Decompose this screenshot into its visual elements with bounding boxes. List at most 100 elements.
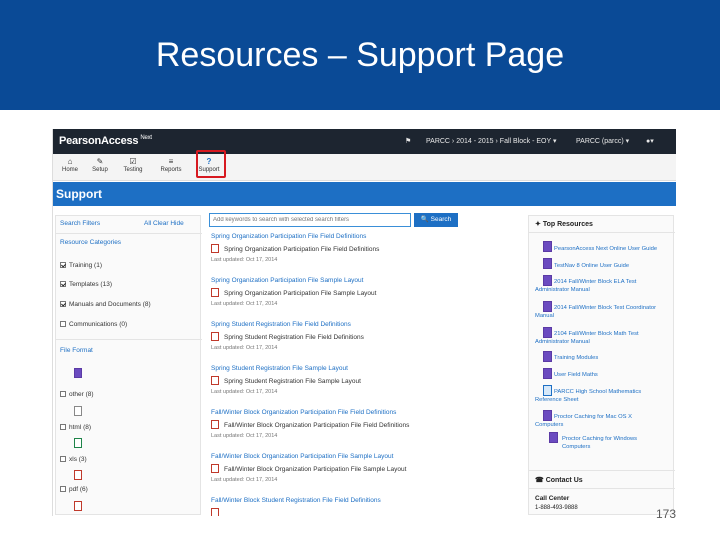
- result-link[interactable]: Fall/Winter Block Organization Participa…: [211, 453, 393, 460]
- search-button[interactable]: 🔍 Search: [414, 213, 458, 227]
- doc-icon: [543, 368, 552, 379]
- result-link[interactable]: Spring Organization Participation File S…: [211, 277, 363, 284]
- top-resources-panel: ✦ Top Resources PearsonAccess Next Onlin…: [528, 215, 675, 515]
- top-bar: PearsonAccess Next ⚑ PARCC › 2014 - 2015 …: [53, 129, 676, 154]
- call-center-label: Call Center: [535, 495, 570, 502]
- result-link[interactable]: Spring Organization Participation File F…: [211, 233, 366, 240]
- nav-testing[interactable]: ☑ Testing: [116, 156, 150, 173]
- result-date: Last updated: Oct 17, 2014: [211, 345, 278, 351]
- nav-setup[interactable]: ✎ Setup: [83, 156, 117, 173]
- divider: [56, 233, 202, 234]
- search-filters-title: Search Filters: [60, 220, 101, 227]
- contact-us-title: ☎ Contact Us: [535, 477, 583, 484]
- resource-link[interactable]: Proctor Caching for Mac OS X Computers: [535, 414, 653, 429]
- org-selector[interactable]: PARCC (parcc) ▾: [576, 137, 629, 145]
- pdf-icon: [211, 244, 219, 253]
- top-resources-title: ✦ Top Resources: [535, 221, 593, 228]
- slide-title: Resources – Support Page: [155, 36, 565, 74]
- resource-link[interactable]: 2014 Fall/Winter Block Test Coordinator …: [535, 305, 657, 320]
- brand-logo[interactable]: PearsonAccess Next: [59, 135, 152, 147]
- resource-link[interactable]: User Field Maths: [554, 372, 672, 380]
- result-file[interactable]: Spring Student Registration File Sample …: [211, 376, 361, 385]
- call-center-phone: 1-888-493-9888: [535, 505, 578, 511]
- divider: [529, 232, 675, 233]
- checkbox[interactable]: [60, 456, 66, 462]
- checkbox[interactable]: [60, 424, 66, 430]
- resource-link[interactable]: Proctor Caching for Windows Computers: [562, 436, 662, 451]
- file-format-title: File Format: [60, 347, 93, 354]
- result-link[interactable]: Fall/Winter Block Organization Participa…: [211, 409, 396, 416]
- list-icon: ≡: [168, 157, 174, 166]
- category-templates[interactable]: Templates (13): [60, 281, 112, 288]
- checkbox[interactable]: [60, 486, 66, 492]
- result-file[interactable]: Spring Organization Participation File F…: [211, 244, 379, 253]
- format-pdf[interactable]: pdf (6): [60, 486, 88, 493]
- resource-link[interactable]: 2104 Fall/Winter Block Math Test Adminis…: [535, 331, 653, 346]
- result-date: Last updated: Oct 17, 2014: [211, 389, 278, 395]
- search-input[interactable]: [209, 213, 411, 227]
- support-highlight-box: [196, 150, 226, 178]
- html-file-icon: [74, 406, 82, 416]
- result-link[interactable]: Fall/Winter Block Student Registration F…: [211, 497, 381, 504]
- result-date: Last updated: Oct 17, 2014: [211, 433, 278, 439]
- nav-reports[interactable]: ≡ Reports: [154, 156, 188, 173]
- flag-icon[interactable]: ⚑: [405, 137, 411, 145]
- divider: [529, 470, 675, 471]
- screenshot: PearsonAccess Next ⚑ PARCC › 2014 - 2015 …: [52, 129, 676, 516]
- resource-link[interactable]: 2014 Fall/Winter Block ELA Test Administ…: [535, 279, 653, 294]
- pdf-icon: [211, 508, 219, 516]
- result-file[interactable]: Fall/Winter Block Organization Participa…: [211, 464, 406, 473]
- result-file[interactable]: Fall/Winter Block Organization Participa…: [211, 420, 409, 429]
- result-file[interactable]: Spring Organization Participation File S…: [211, 288, 376, 297]
- resource-link[interactable]: PARCC High School Mathematics Reference …: [535, 389, 653, 404]
- checkbox[interactable]: [60, 391, 66, 397]
- pdf-file-icon: [74, 501, 82, 511]
- page-title: Support: [56, 187, 102, 201]
- page-header: Support: [53, 182, 676, 206]
- doc-icon: [543, 351, 552, 362]
- checkbox[interactable]: [60, 321, 66, 327]
- doc-icon: [543, 241, 552, 252]
- divider: [56, 339, 202, 340]
- admin-selector[interactable]: PARCC › 2014 - 2015 › Fall Block - EOY ▾: [426, 137, 556, 145]
- wrench-icon: ✎: [96, 157, 104, 166]
- format-xls[interactable]: xls (3): [60, 456, 87, 463]
- result-file[interactable]: [211, 508, 224, 516]
- pin-icon: ✦: [535, 221, 541, 228]
- page-number: 173: [656, 507, 677, 521]
- result-date: Last updated: Oct 17, 2014: [211, 301, 278, 307]
- format-other[interactable]: other (8): [60, 391, 94, 398]
- result-link[interactable]: Spring Student Registration File Sample …: [211, 365, 348, 372]
- checkbox[interactable]: [60, 281, 66, 287]
- doc-file-icon: [74, 368, 82, 378]
- nav-home[interactable]: ⌂ Home: [53, 156, 87, 173]
- user-icon[interactable]: ●▾: [646, 137, 654, 145]
- result-link[interactable]: Spring Student Registration File Field D…: [211, 321, 351, 328]
- result-file[interactable]: Spring Student Registration File Field D…: [211, 332, 364, 341]
- pdf-icon: [211, 288, 219, 297]
- category-training[interactable]: Training (1): [60, 262, 102, 269]
- result-date: Last updated: Oct 17, 2014: [211, 257, 278, 263]
- category-communications[interactable]: Communications (0): [60, 321, 127, 328]
- resource-link[interactable]: TestNav 8 Online User Guide: [554, 263, 672, 271]
- resource-categories-title: Resource Categories: [60, 239, 122, 246]
- search-filters-panel: Search Filters All Clear Hide Resource C…: [55, 215, 202, 515]
- doc-icon: [543, 258, 552, 269]
- slide-header: Resources – Support Page: [0, 0, 720, 110]
- filter-actions[interactable]: All Clear Hide: [144, 220, 184, 227]
- format-html[interactable]: html (8): [60, 424, 91, 431]
- checkbox[interactable]: [60, 262, 66, 268]
- pdf-icon: [211, 332, 219, 341]
- pdf-file-icon: [74, 470, 82, 480]
- divider: [529, 488, 675, 489]
- search-results-panel: 🔍 Search Spring Organization Participati…: [209, 213, 525, 516]
- pdf-icon: [211, 464, 219, 473]
- resource-link[interactable]: Training Modules: [554, 355, 672, 363]
- checkbox[interactable]: [60, 301, 66, 307]
- main-nav: ⌂ Home ✎ Setup ☑ Testing ≡ Reports ? Sup…: [53, 154, 676, 181]
- checkbox-icon: ☑: [129, 157, 137, 166]
- result-date: Last updated: Oct 17, 2014: [211, 477, 278, 483]
- home-icon: ⌂: [67, 157, 73, 166]
- resource-link[interactable]: PearsonAccess Next Online User Guide: [554, 246, 672, 254]
- category-manuals[interactable]: Manuals and Documents (8): [60, 301, 151, 308]
